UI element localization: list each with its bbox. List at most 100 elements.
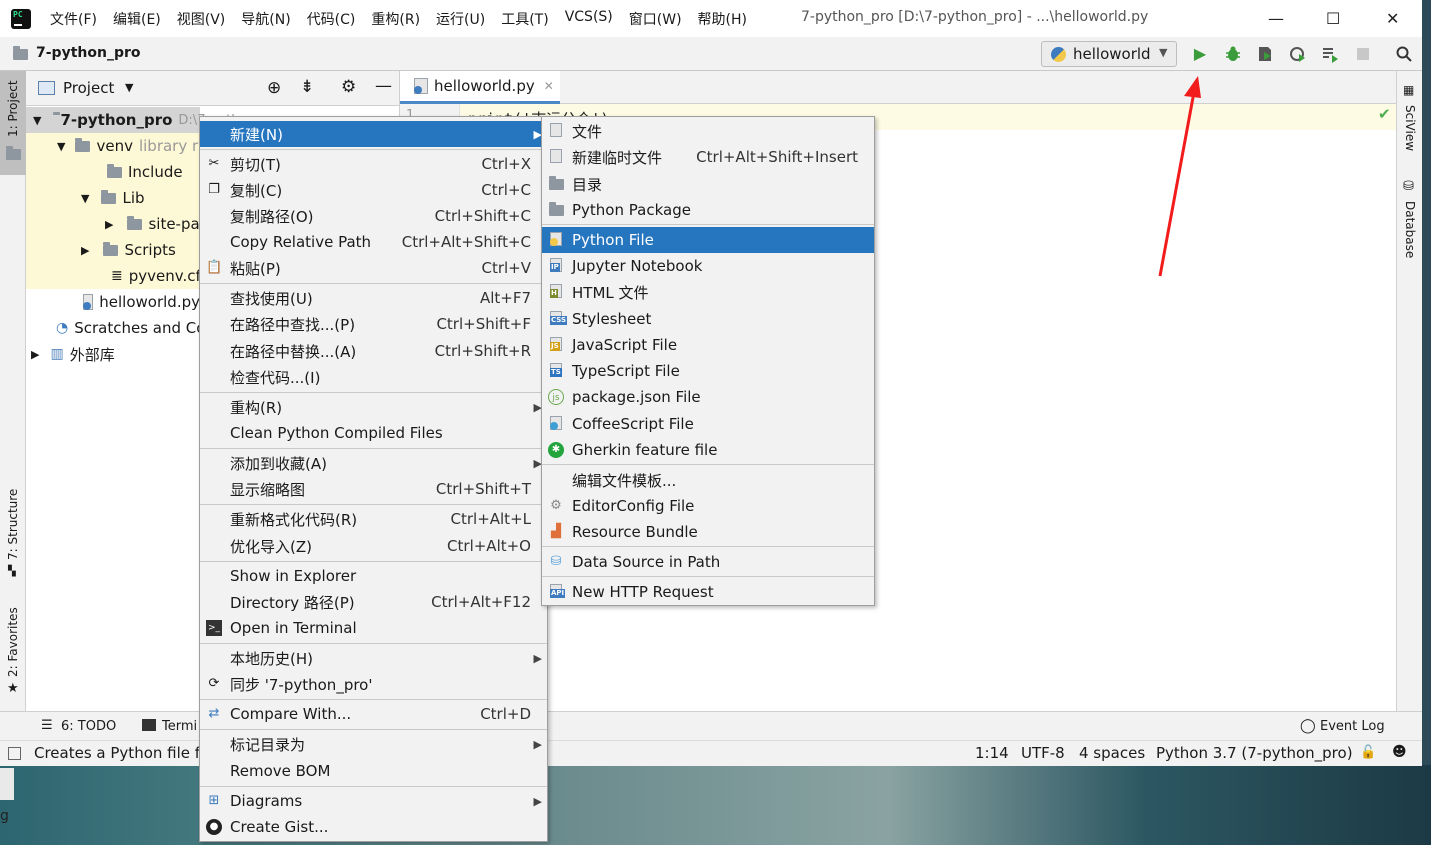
menu-tools[interactable]: 工具(T): [501, 9, 548, 29]
breadcrumb-project[interactable]: 7-python_pro: [36, 45, 141, 61]
close-button[interactable]: ✕: [1386, 9, 1399, 28]
hide-icon[interactable]: —: [375, 76, 392, 96]
menu-item-open-in-terminal[interactable]: >_ Open in Terminal: [200, 615, 547, 641]
submenu-item-python-package[interactable]: Python Package: [542, 197, 874, 223]
chevron-right-icon[interactable]: ▶: [31, 348, 39, 361]
tree-row-include[interactable]: Include: [26, 159, 200, 185]
menu-item-directory-path[interactable]: Directory 路径(P) Ctrl+Alt+F12: [200, 589, 547, 615]
debug-icon[interactable]: [1224, 45, 1242, 63]
tree-row-pyvenv[interactable]: ≣ pyvenv.cfg: [26, 263, 210, 289]
chevron-down-icon[interactable]: ▼: [125, 81, 133, 94]
menu-view[interactable]: 视图(V): [177, 9, 226, 29]
collapse-all-icon[interactable]: ⇟: [300, 77, 314, 97]
close-tab-icon[interactable]: ✕: [544, 79, 554, 93]
menu-item-reformat-code[interactable]: 重新格式化代码(R) Ctrl+Alt+L: [200, 506, 547, 532]
menu-item-create-gist[interactable]: ● Create Gist...: [200, 814, 547, 840]
menu-item-synchronize[interactable]: ⟳ 同步 '7-python_pro': [200, 671, 547, 697]
submenu-item-jupyter[interactable]: IP Jupyter Notebook: [542, 253, 874, 279]
chevron-right-icon[interactable]: ▶: [105, 218, 113, 231]
submenu-item-stylesheet[interactable]: CSS Stylesheet: [542, 306, 874, 332]
maximize-button[interactable]: ☐: [1326, 9, 1340, 28]
submenu-item-package-json[interactable]: js package.json File: [542, 384, 874, 410]
run-config-dropdown[interactable]: helloworld ▼: [1041, 41, 1177, 67]
tree-row-project-root[interactable]: ▼ 7-python_pro D:\7-python_pro: [26, 107, 283, 133]
cursor-position[interactable]: 1:14: [975, 744, 1009, 762]
tree-row-scratches[interactable]: ◔ Scratches and Co: [26, 315, 205, 341]
menu-item-compare-with[interactable]: ⇄ Compare With... Ctrl+D: [200, 701, 547, 727]
submenu-item-gherkin[interactable]: ✱ Gherkin feature file: [542, 437, 874, 463]
terminal-tab[interactable]: Termi: [162, 719, 197, 734]
tree-row-helloworld[interactable]: helloworld.py: [26, 289, 200, 315]
tab-helloworld[interactable]: helloworld.py ✕: [400, 71, 560, 104]
menu-item-find-usages[interactable]: 查找使用(U) Alt+F7: [200, 285, 547, 311]
submenu-item-coffeescript[interactable]: CoffeeScript File: [542, 411, 874, 437]
tree-row-scripts[interactable]: ▶ Scripts: [26, 237, 200, 263]
menu-item-show-in-explorer[interactable]: Show in Explorer: [200, 563, 547, 589]
submenu-item-resource-bundle[interactable]: ▟ Resource Bundle: [542, 519, 874, 545]
menu-vcs[interactable]: VCS(S): [565, 9, 613, 29]
python-interpreter[interactable]: Python 3.7 (7-python_pro): [1156, 744, 1353, 762]
run-icon[interactable]: ▶: [1191, 45, 1209, 63]
event-log-tab[interactable]: Event Log: [1320, 719, 1385, 734]
menu-item-remove-bom[interactable]: Remove BOM: [200, 758, 547, 784]
favorites-tool-tab[interactable]: 2: Favorites ★: [0, 601, 26, 706]
submenu-item-file[interactable]: 文件: [542, 118, 874, 144]
sciview-tool-tab[interactable]: ▦ SciView: [1397, 79, 1423, 169]
inspector-icon[interactable]: ☻: [1392, 744, 1407, 760]
search-icon[interactable]: [1395, 45, 1413, 63]
menu-item-diagrams[interactable]: ⊞ Diagrams ▶: [200, 788, 547, 814]
menu-item-replace-in-path[interactable]: 在路径中替换...(A) Ctrl+Shift+R: [200, 338, 547, 364]
menu-help[interactable]: 帮助(H): [698, 9, 747, 29]
lock-icon[interactable]: 🔓: [1360, 745, 1376, 760]
structure-tool-tab[interactable]: 7: Structure ▚: [0, 476, 26, 581]
submenu-item-directory[interactable]: 目录: [542, 171, 874, 197]
database-tool-tab[interactable]: ⛁ Database: [1397, 175, 1423, 275]
menu-item-inspect-code[interactable]: 检查代码...(I): [200, 364, 547, 390]
stop-icon[interactable]: [1354, 45, 1372, 63]
menu-item-optimize-imports[interactable]: 优化导入(Z) Ctrl+Alt+O: [200, 533, 547, 559]
chevron-right-icon[interactable]: ▶: [81, 244, 89, 257]
menu-window[interactable]: 窗口(W): [629, 9, 682, 29]
chevron-down-icon[interactable]: ▼: [81, 192, 89, 205]
chevron-down-icon[interactable]: ▼: [57, 140, 65, 153]
submenu-item-editorconfig[interactable]: ⚙ EditorConfig File: [542, 493, 874, 519]
menu-item-copy-relative-path[interactable]: Copy Relative Path Ctrl+Alt+Shift+C: [200, 229, 547, 255]
menu-item-paste[interactable]: 📋 粘贴(P) Ctrl+V: [200, 255, 547, 281]
menu-item-cut[interactable]: ✂ 剪切(T) Ctrl+X: [200, 151, 547, 177]
tree-row-site-packages[interactable]: ▶ site-pa: [26, 211, 200, 237]
gear-icon[interactable]: ⚙: [341, 77, 356, 97]
submenu-item-http-request[interactable]: API New HTTP Request: [542, 579, 874, 605]
project-view-label[interactable]: Project: [63, 79, 114, 97]
submenu-item-typescript[interactable]: TS TypeScript File: [542, 358, 874, 384]
submenu-item-data-source[interactable]: ⛁ Data Source in Path: [542, 549, 874, 575]
submenu-item-javascript[interactable]: JS JavaScript File: [542, 332, 874, 358]
menu-refactor[interactable]: 重构(R): [371, 9, 420, 29]
menu-item-copy[interactable]: ❐ 复制(C) Ctrl+C: [200, 177, 547, 203]
menu-item-refactor[interactable]: 重构(R) ▶: [200, 394, 547, 420]
profile-icon[interactable]: [1289, 45, 1307, 63]
menu-item-local-history[interactable]: 本地历史(H) ▶: [200, 645, 547, 671]
menu-item-show-thumbnails[interactable]: 显示缩略图 Ctrl+Shift+T: [200, 476, 547, 502]
project-tool-tab[interactable]: 1: Project: [0, 71, 26, 175]
menu-navigate[interactable]: 导航(N): [241, 9, 290, 29]
menu-item-find-in-path[interactable]: 在路径中查找...(P) Ctrl+Shift+F: [200, 311, 547, 337]
menu-item-add-to-favorites[interactable]: 添加到收藏(A) ▶: [200, 450, 547, 476]
menu-edit[interactable]: 编辑(E): [113, 9, 161, 29]
menu-file[interactable]: 文件(F): [50, 9, 97, 29]
run-list-icon[interactable]: [1321, 45, 1339, 63]
submenu-item-scratch-file[interactable]: 新建临时文件 Ctrl+Alt+Shift+Insert: [542, 144, 874, 170]
chevron-down-icon[interactable]: ▼: [33, 114, 41, 127]
menu-run[interactable]: 运行(U): [436, 9, 485, 29]
menu-item-copy-path[interactable]: 复制路径(O) Ctrl+Shift+C: [200, 203, 547, 229]
menu-item-mark-directory-as[interactable]: 标记目录为 ▶: [200, 731, 547, 757]
run-coverage-icon[interactable]: [1256, 45, 1274, 63]
tree-row-lib[interactable]: ▼ Lib: [26, 185, 200, 211]
menu-code[interactable]: 代码(C): [307, 9, 356, 29]
indent-setting[interactable]: 4 spaces: [1079, 744, 1145, 762]
file-encoding[interactable]: UTF-8: [1021, 744, 1065, 762]
submenu-item-python-file[interactable]: Python File: [542, 227, 874, 253]
todo-tab[interactable]: 6: TODO: [61, 719, 116, 734]
tool-window-toggle-icon[interactable]: [8, 747, 21, 760]
tree-row-venv[interactable]: ▼ venv library r: [26, 133, 200, 159]
locate-icon[interactable]: ⊕: [267, 78, 281, 98]
